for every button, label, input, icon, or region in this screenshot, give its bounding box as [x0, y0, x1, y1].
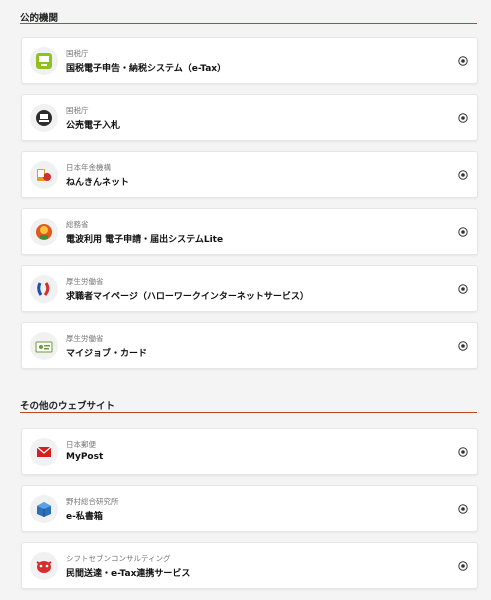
plus-circle-icon[interactable] [458, 561, 468, 571]
etax-icon [30, 47, 58, 75]
org-name: 総務省 [66, 220, 89, 229]
radio-mascot-icon [30, 218, 58, 246]
plus-circle-icon[interactable] [458, 56, 468, 66]
org-name: 厚生労働省 [66, 277, 104, 286]
section-divider [20, 412, 477, 413]
nenkin-icon [30, 161, 58, 189]
section-title-public: 公的機関 [20, 13, 59, 24]
plus-circle-icon[interactable] [458, 284, 468, 294]
service-card-nenkin[interactable]: 日本年金機構 ねんきんネット [21, 151, 478, 198]
service-card-mypost[interactable]: 日本郵便 MyPost [21, 428, 478, 475]
service-card-shift7[interactable]: シフトセブンコンサルティング 民間送達・e-Tax連携サービス [21, 542, 478, 589]
hellowork-icon [30, 275, 58, 303]
service-name: マイジョブ・カード [66, 349, 148, 359]
org-name: 国税庁 [66, 49, 89, 58]
org-name: 国税庁 [66, 106, 89, 115]
service-name: e-私書箱 [66, 512, 103, 522]
org-name: 日本年金機構 [66, 163, 111, 172]
shishobako-icon [30, 495, 58, 523]
service-name: ねんきんネット [66, 178, 130, 188]
org-name: 厚生労働省 [66, 334, 104, 343]
service-name: 国税電子申告・納税システム（e-Tax） [66, 64, 227, 74]
plus-circle-icon[interactable] [458, 227, 468, 237]
plus-circle-icon[interactable] [458, 341, 468, 351]
plus-circle-icon[interactable] [458, 447, 468, 457]
section-divider [20, 23, 477, 24]
page: 公的機関 国税庁 国税電子申告・納税システム（e-Tax） 国税庁 公売電子入札 [0, 0, 491, 600]
service-card-auction[interactable]: 国税庁 公売電子入札 [21, 94, 478, 141]
service-name: 電波利用 電子申請・届出システムLite [66, 235, 224, 245]
org-name: シフトセブンコンサルティング [66, 554, 171, 563]
section-title-other: その他のウェブサイト [20, 401, 116, 412]
auction-icon [30, 104, 58, 132]
org-name: 日本郵便 [66, 440, 96, 449]
service-name: 求職者マイページ（ハローワークインターネットサービス） [66, 292, 309, 302]
plus-circle-icon[interactable] [458, 504, 468, 514]
service-card-etax[interactable]: 国税庁 国税電子申告・納税システム（e-Tax） [21, 37, 478, 84]
mypost-icon [30, 438, 58, 466]
plus-circle-icon[interactable] [458, 170, 468, 180]
service-name: 民間送達・e-Tax連携サービス [66, 569, 191, 579]
service-card-hellowork[interactable]: 厚生労働省 求職者マイページ（ハローワークインターネットサービス） [21, 265, 478, 312]
service-card-radio[interactable]: 総務省 電波利用 電子申請・届出システムLite [21, 208, 478, 255]
plus-circle-icon[interactable] [458, 113, 468, 123]
org-name: 野村総合研究所 [66, 497, 119, 506]
service-name: MyPost [66, 452, 104, 462]
cow-mascot-icon [30, 552, 58, 580]
service-card-shishobako[interactable]: 野村総合研究所 e-私書箱 [21, 485, 478, 532]
service-name: 公売電子入札 [66, 121, 121, 131]
jobcard-icon [30, 332, 58, 360]
service-card-jobcard[interactable]: 厚生労働省 マイジョブ・カード [21, 322, 478, 369]
